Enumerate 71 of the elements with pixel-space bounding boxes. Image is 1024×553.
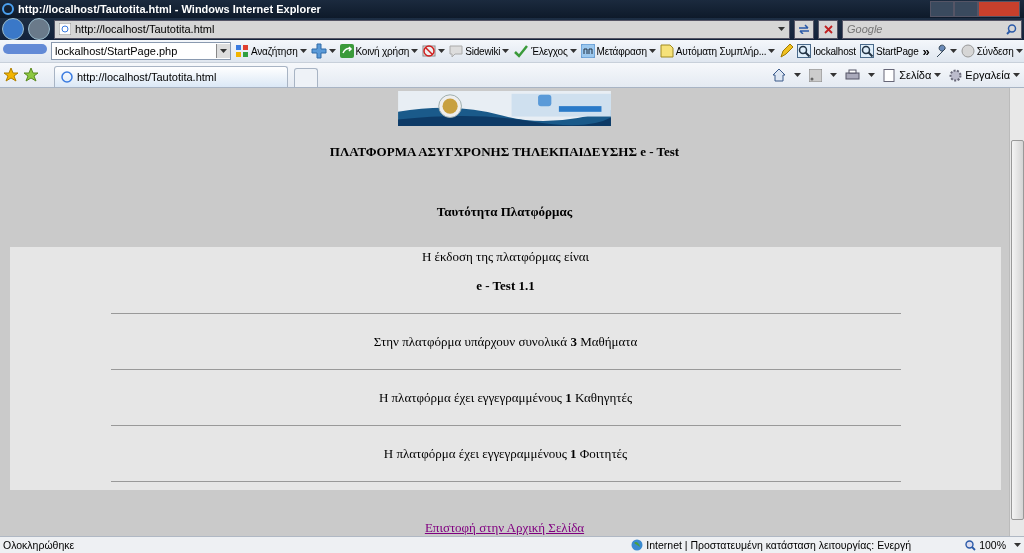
star-icon[interactable]	[4, 68, 18, 82]
printer-icon[interactable]	[845, 68, 861, 82]
caret-icon	[778, 27, 785, 31]
search-field[interactable]: Google	[842, 19, 1022, 39]
stop-button[interactable]	[818, 19, 838, 39]
section-heading: Ταυτότητα Πλατφόρμας	[436, 204, 573, 220]
page-icon	[883, 68, 897, 82]
version-text: e - Test 1.1	[476, 278, 535, 294]
back-button[interactable]	[2, 18, 24, 40]
zoom-icon	[965, 539, 977, 551]
version-label: Η έκδοση της πλατφόρμας είναι	[421, 249, 590, 265]
more-button[interactable]: »	[922, 43, 930, 59]
caret-icon	[1013, 73, 1020, 77]
refresh-button[interactable]	[794, 19, 814, 39]
browser-logo-icon	[2, 3, 14, 15]
toolbar-button[interactable]: Μετάφραση	[580, 44, 656, 58]
translate-icon	[580, 44, 595, 58]
scrollbar[interactable]	[1009, 88, 1024, 536]
share-icon	[339, 44, 354, 58]
toolbar-button[interactable]: lockalhost	[797, 44, 856, 58]
security-zone-text: Internet | Προστατευμένη κατάσταση λειτουργίας: Ενεργή	[646, 539, 912, 551]
caret-icon	[934, 73, 942, 77]
magnifier-icon	[797, 44, 812, 58]
status-text: Ολοκληρώθηκε	[3, 539, 75, 551]
globe-icon	[631, 539, 644, 551]
address-field[interactable]: http://localhost/Tautotita.html	[54, 19, 790, 39]
close-icon	[823, 24, 833, 34]
search-icon	[235, 44, 249, 58]
search-icon	[1006, 23, 1017, 35]
search-input[interactable]: Google	[847, 23, 1004, 35]
star-plus-icon[interactable]	[24, 68, 38, 82]
caret-icon	[794, 73, 802, 77]
blocked-icon	[422, 44, 437, 58]
spellcheck-icon	[513, 44, 530, 58]
user-icon	[960, 44, 975, 58]
toolbar-button[interactable]: Αυτόματη Συμπλήρ...	[659, 44, 776, 58]
toolbar-search-field[interactable]: lockalhost/StartPage.php	[51, 42, 231, 60]
caret-icon	[220, 49, 227, 53]
plus-icon	[310, 43, 327, 59]
toolbar-button[interactable]: Κοινή χρήση	[339, 44, 419, 58]
browser-tab[interactable]: http://localhost/Tautotita.html	[54, 66, 288, 87]
toolbar-button[interactable]: Αναζήτηση	[235, 44, 307, 58]
magnifier-icon	[859, 44, 874, 58]
window-title: http://localhost/Tautotita.html - Windows Internet Explorer	[18, 3, 321, 15]
refresh-icon	[798, 24, 810, 34]
page-icon	[59, 23, 71, 35]
home-icon[interactable]	[772, 68, 787, 82]
toolbar-button[interactable]: Έλεγχος	[513, 44, 577, 58]
toolbar-button[interactable]: Σύνδεση	[960, 44, 1023, 58]
note-icon	[659, 44, 674, 58]
statistic-text: Η πλατφόρμα έχει εγγεγραμμένους 1 Καθηγητές	[378, 390, 633, 406]
toolbar-icon-button[interactable]	[310, 43, 336, 59]
page-icon	[61, 71, 73, 83]
pencil-icon	[779, 43, 794, 59]
toolbar-button[interactable]: StartPage	[859, 44, 919, 58]
zoom-button[interactable]: 100%	[965, 539, 1006, 551]
caret-icon	[1014, 543, 1021, 547]
statistic-text: Η πλατφόρμα έχει εγγεγραμμένους 1 Φοιτητές	[383, 446, 628, 462]
toolbar-button[interactable]: Sidewiki	[449, 44, 510, 58]
caret-icon	[868, 73, 876, 77]
command-button[interactable]: Εργαλεία	[949, 68, 1020, 82]
home-link[interactable]: Επιστοφή στην Αρχική Σελίδα	[424, 520, 585, 536]
gear-icon	[949, 68, 963, 82]
caret-icon	[830, 73, 838, 77]
search-input[interactable]: lockalhost/StartPage.php	[52, 45, 216, 57]
page-heading: ΠΛΑΤΦΟΡΜΑ ΑΣΥΓΧΡΟΝΗΣ ΤΗΛΕΚΠΑΙΔΕΥΣΗΣ e - Test	[329, 144, 680, 160]
speech-bubble-icon	[449, 44, 464, 58]
command-button[interactable]: Σελίδα	[883, 68, 942, 82]
statistic-text: Στην πλατφόρμα υπάρχουν συνολικά 3 Μαθήματα	[373, 334, 638, 350]
toolbar-icon-button[interactable]	[422, 44, 446, 58]
forward-button[interactable]	[28, 18, 50, 40]
